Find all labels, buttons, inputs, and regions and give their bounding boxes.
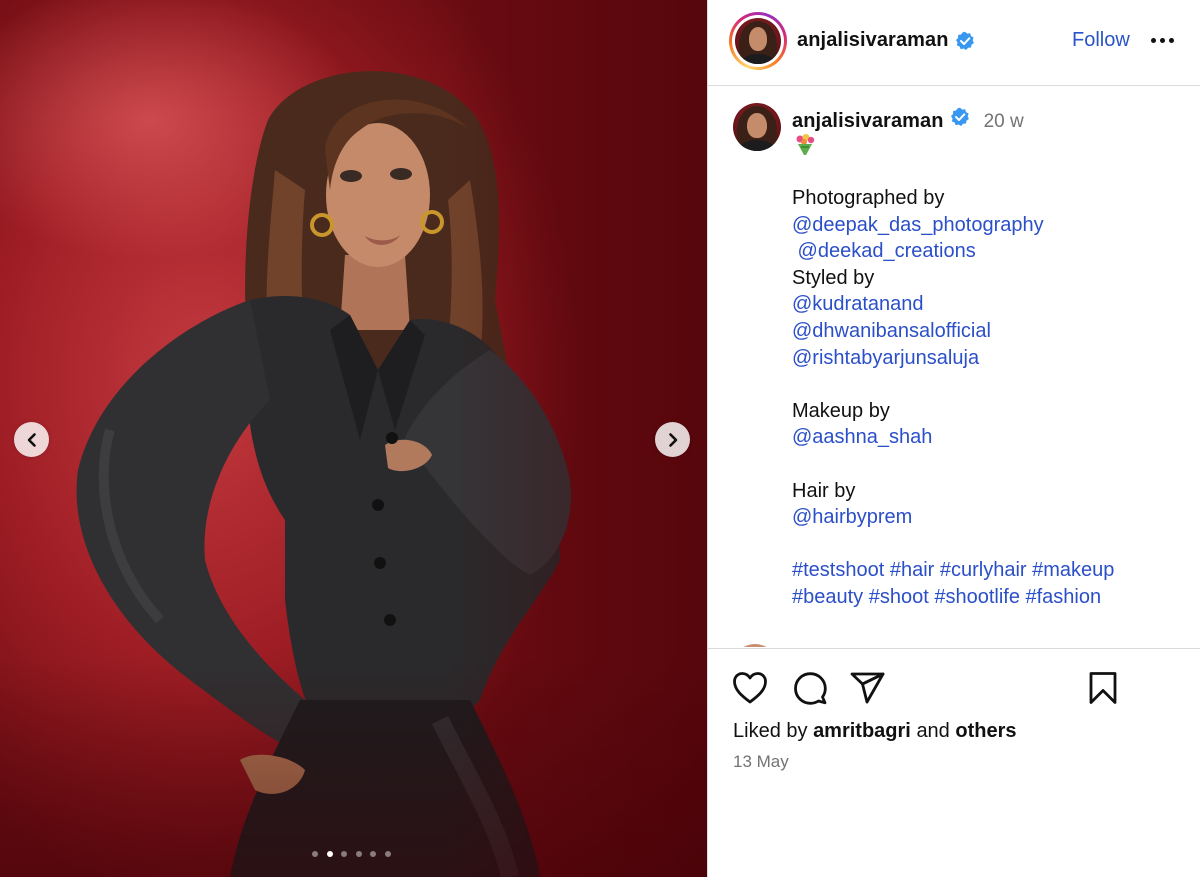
carousel-indicator bbox=[312, 851, 391, 857]
carousel-next-button[interactable] bbox=[655, 422, 690, 457]
carousel-prev-button[interactable] bbox=[14, 422, 49, 457]
post-side-panel: anjalisivaraman Follow anjalisivaraman 2… bbox=[707, 0, 1200, 877]
chevron-right-icon bbox=[668, 432, 677, 447]
post-time-ago[interactable]: 20 w bbox=[984, 111, 1024, 133]
caption-link[interactable]: @kudratanand bbox=[792, 291, 1192, 318]
caption-line: Hair by bbox=[792, 479, 856, 502]
caption-section: anjalisivaraman 20 w Photographed by @dee… bbox=[708, 87, 1200, 647]
post-date[interactable]: 13 May bbox=[733, 752, 789, 772]
carousel-dot bbox=[370, 851, 376, 857]
caption-author-row: anjalisivaraman 20 w bbox=[792, 107, 1024, 133]
caption-line: Styled by bbox=[792, 266, 875, 289]
caption-line: Photographed by bbox=[792, 187, 945, 209]
more-options-button[interactable] bbox=[1151, 30, 1174, 50]
caption-link[interactable]: #beauty #shoot #shootlife #fashion bbox=[792, 584, 1192, 611]
comment-avatar[interactable] bbox=[732, 644, 778, 647]
post-photo[interactable] bbox=[0, 0, 707, 877]
verified-badge-icon bbox=[955, 31, 974, 50]
heart-icon[interactable] bbox=[732, 671, 768, 705]
liked-by-joiner: and bbox=[916, 720, 950, 742]
caption-link[interactable]: @dhwanibansalofficial bbox=[792, 318, 1192, 345]
photo-vignette-bottom bbox=[0, 657, 707, 877]
caption-author-username[interactable]: anjalisivaraman bbox=[792, 110, 944, 133]
liked-by-prefix: Liked by bbox=[733, 720, 808, 742]
author-avatar[interactable] bbox=[735, 18, 781, 64]
author-story-ring[interactable] bbox=[729, 12, 787, 70]
caption-link[interactable]: @hairbyprem bbox=[792, 504, 1192, 531]
chevron-left-icon bbox=[27, 432, 36, 447]
post-header: anjalisivaraman Follow bbox=[708, 0, 1200, 86]
carousel-dot bbox=[384, 851, 391, 857]
verified-badge-icon bbox=[950, 107, 969, 126]
caption-link[interactable]: @aashna_shah bbox=[792, 424, 1192, 451]
comment-icon[interactable] bbox=[792, 671, 828, 705]
caption-author-avatar[interactable] bbox=[733, 103, 781, 151]
caption-line: Makeup by bbox=[792, 399, 890, 422]
caption-text: Photographed by @deepak_das_photography @… bbox=[792, 185, 1192, 611]
follow-button[interactable]: Follow bbox=[1072, 29, 1130, 52]
bookmark-icon[interactable] bbox=[1088, 671, 1118, 705]
caption-link[interactable]: @deepak_das_photography bbox=[792, 212, 1192, 239]
liked-by-user-link[interactable]: amritbagri bbox=[813, 720, 911, 742]
caption-link[interactable]: #testshoot #hair #curlyhair #makeup bbox=[792, 557, 1192, 584]
carousel-dot bbox=[355, 851, 362, 857]
carousel-dot bbox=[312, 851, 318, 857]
share-icon[interactable] bbox=[850, 671, 886, 705]
liked-by-line: Liked by amritbagri and others bbox=[733, 720, 1017, 743]
caption-link[interactable]: @rishtabyarjunsaluja bbox=[792, 345, 1192, 372]
post-actions: Liked by amritbagri and others 13 May bbox=[708, 648, 1200, 877]
carousel-dot bbox=[326, 851, 333, 857]
liked-by-others-link[interactable]: others bbox=[955, 720, 1016, 742]
bouquet-emoji-icon bbox=[796, 134, 815, 155]
carousel-dot bbox=[341, 851, 347, 857]
author-name-row: anjalisivaraman bbox=[797, 29, 975, 52]
caption-link[interactable]: @deekad_creations bbox=[792, 238, 1192, 265]
author-username[interactable]: anjalisivaraman bbox=[797, 29, 949, 52]
more-horizontal-icon bbox=[1151, 37, 1156, 43]
